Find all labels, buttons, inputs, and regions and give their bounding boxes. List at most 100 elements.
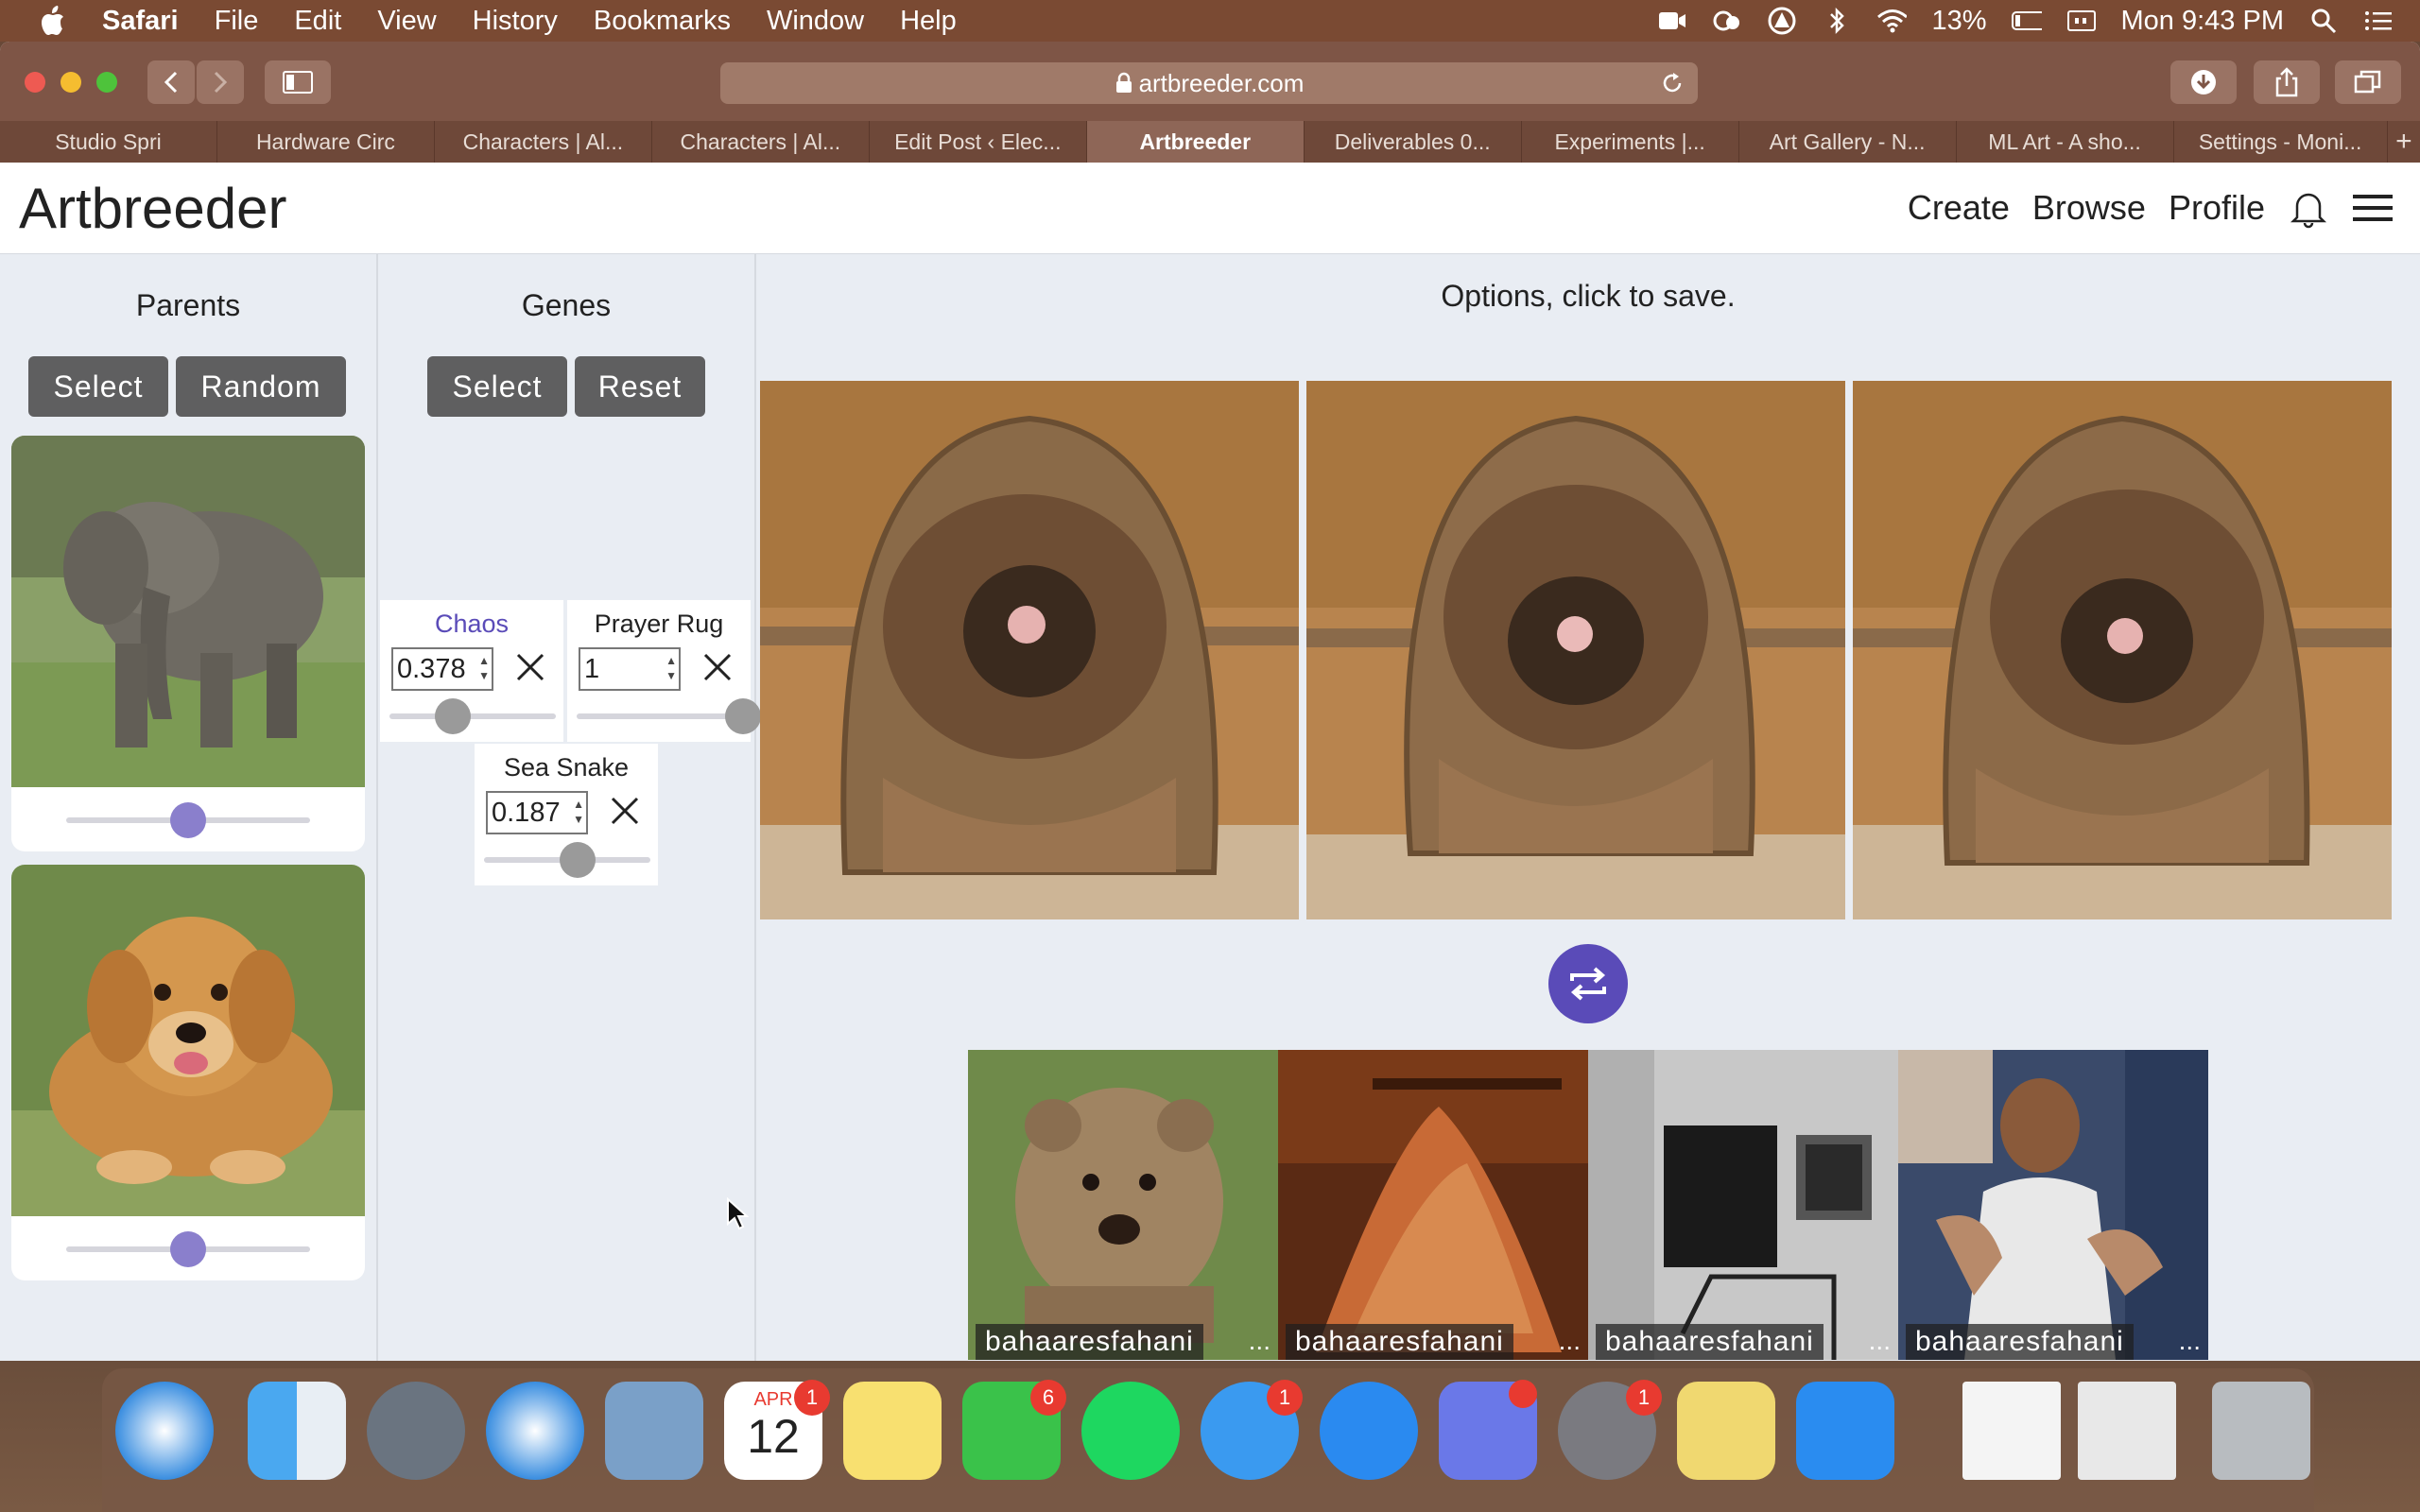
back-button[interactable] — [147, 60, 195, 104]
share-button[interactable] — [2254, 60, 2320, 104]
stepper-arrows-icon[interactable]: ▲ ▼ — [666, 653, 677, 683]
result-username[interactable]: bahaaresfahani — [976, 1324, 1203, 1360]
result-tile[interactable]: bahaaresfahani ... — [1588, 1050, 1898, 1360]
menu-help[interactable]: Help — [900, 6, 957, 37]
result-tile[interactable]: bahaaresfahani ... — [1278, 1050, 1588, 1360]
finder-icon[interactable] — [248, 1382, 346, 1480]
screenshot-thumbnail[interactable] — [2078, 1382, 2176, 1480]
nav-profile[interactable]: Profile — [2169, 188, 2265, 228]
notification-center-icon[interactable] — [2363, 8, 2394, 34]
site-logo[interactable]: Artbreeder — [19, 176, 286, 241]
forward-button[interactable] — [197, 60, 244, 104]
zoom-icon[interactable] — [1796, 1382, 1894, 1480]
result-tile[interactable]: bahaaresfahani ... — [968, 1050, 1278, 1360]
wifi-icon[interactable] — [1876, 8, 1908, 34]
tab-characters-2[interactable]: Characters | Al... — [652, 121, 870, 163]
tab-ml-art[interactable]: ML Art - A sho... — [1957, 121, 2174, 163]
minimize-window-button[interactable] — [60, 72, 81, 93]
address-bar[interactable]: artbreeder.com — [720, 62, 1698, 104]
gene-slider-track-prayer-rug[interactable] — [577, 713, 743, 719]
tab-edit-post[interactable]: Edit Post ‹ Elec... — [870, 121, 1087, 163]
hamburger-menu-icon[interactable] — [2352, 187, 2394, 229]
result-more[interactable]: ... — [2179, 1326, 2201, 1356]
zoom-window-button[interactable] — [96, 72, 117, 93]
document-thumbnail[interactable] — [1962, 1382, 2061, 1480]
gene-slider-knob-chaos[interactable] — [434, 698, 471, 734]
result-username[interactable]: bahaaresfahani — [1596, 1324, 1824, 1360]
nav-create[interactable]: Create — [1908, 188, 2010, 228]
gene-value-input-prayer-rug[interactable]: 1 ▲ ▼ — [579, 647, 681, 691]
tab-characters-1[interactable]: Characters | Al... — [435, 121, 652, 163]
app-store-icon[interactable] — [1320, 1382, 1418, 1480]
parents-random-button[interactable]: Random — [176, 356, 346, 417]
remove-gene-chaos-icon[interactable] — [514, 651, 546, 683]
tab-hardware-circ[interactable]: Hardware Circ — [217, 121, 435, 163]
menu-history[interactable]: History — [473, 6, 558, 37]
battery-icon[interactable] — [2011, 8, 2042, 34]
mail-icon[interactable] — [605, 1382, 703, 1480]
vpn-icon[interactable] — [1767, 7, 1797, 35]
parent-image-dog[interactable] — [11, 865, 365, 1216]
sidebar-toggle-button[interactable] — [265, 60, 331, 104]
stepper-arrows-icon[interactable]: ▲ ▼ — [573, 797, 584, 827]
gene-value-input-chaos[interactable]: 0.378 ▲ ▼ — [391, 647, 493, 691]
apple-icon[interactable] — [38, 5, 66, 37]
genes-select-button[interactable]: Select — [427, 356, 567, 417]
result-more[interactable]: ... — [1249, 1326, 1270, 1356]
result-more[interactable]: ... — [1869, 1326, 1891, 1356]
result-username[interactable]: bahaaresfahani — [1906, 1324, 2134, 1360]
result-username[interactable]: bahaaresfahani — [1286, 1324, 1513, 1360]
result-tile[interactable]: bahaaresfahani ... — [1898, 1050, 2208, 1360]
creative-cloud-icon[interactable] — [1712, 8, 1742, 34]
downloads-button[interactable] — [2170, 60, 2237, 104]
close-window-button[interactable] — [25, 72, 45, 93]
gene-value-input-sea-snake[interactable]: 0.187 ▲ ▼ — [486, 791, 588, 834]
tab-settings[interactable]: Settings - Moni... — [2174, 121, 2388, 163]
tab-experiments[interactable]: Experiments |... — [1522, 121, 1739, 163]
tab-artbreeder[interactable]: Artbreeder — [1086, 121, 1305, 163]
tab-overview-button[interactable] — [2335, 60, 2401, 104]
parent-weight-slider-knob[interactable] — [170, 802, 206, 838]
tab-studio-spri[interactable]: Studio Spri — [0, 121, 217, 163]
stickies-icon[interactable] — [1677, 1382, 1775, 1480]
safari-dock-icon[interactable] — [115, 1382, 214, 1480]
battery-percent[interactable]: 13% — [1931, 6, 1986, 37]
parents-select-button[interactable]: Select — [28, 356, 168, 417]
spotify-icon[interactable] — [1081, 1382, 1180, 1480]
parent-image-elephant[interactable] — [11, 436, 365, 787]
result-more[interactable]: ... — [1559, 1326, 1581, 1356]
nav-browse[interactable]: Browse — [2032, 188, 2146, 228]
parent-card-elephant[interactable] — [11, 436, 365, 851]
remove-gene-sea-snake-icon[interactable] — [609, 795, 641, 827]
launchpad-icon[interactable] — [367, 1382, 465, 1480]
remove-gene-prayer-rug-icon[interactable] — [701, 651, 734, 683]
safari-icon[interactable] — [486, 1382, 584, 1480]
tab-deliverables[interactable]: Deliverables 0... — [1305, 121, 1522, 163]
bluetooth-icon[interactable] — [1822, 7, 1852, 35]
menu-file[interactable]: File — [215, 6, 259, 37]
reload-icon[interactable] — [1660, 71, 1685, 95]
trash-icon[interactable] — [2212, 1382, 2310, 1480]
option-image-2[interactable] — [1306, 381, 1845, 919]
tab-art-gallery[interactable]: Art Gallery - N... — [1739, 121, 1957, 163]
new-tab-button[interactable]: + — [2388, 121, 2420, 163]
stepper-arrows-icon[interactable]: ▲ ▼ — [478, 653, 490, 683]
notes-icon[interactable] — [843, 1382, 942, 1480]
gene-slider-knob-sea-snake[interactable] — [559, 842, 596, 878]
genes-reset-button[interactable]: Reset — [575, 356, 705, 417]
spotlight-search-icon[interactable] — [2308, 8, 2339, 34]
menu-window[interactable]: Window — [767, 6, 864, 37]
menu-app-safari[interactable]: Safari — [102, 6, 179, 37]
menu-bookmarks[interactable]: Bookmarks — [594, 6, 731, 37]
control-strip-icon[interactable] — [2066, 8, 2097, 34]
video-camera-icon[interactable] — [1657, 8, 1687, 34]
regenerate-button[interactable] — [1548, 944, 1628, 1023]
option-image-3[interactable] — [1853, 381, 2392, 919]
menubar-clock[interactable]: Mon 9:43 PM — [2121, 6, 2284, 37]
gene-slider-track-chaos[interactable] — [389, 713, 556, 719]
option-image-1[interactable] — [760, 381, 1299, 919]
menu-view[interactable]: View — [377, 6, 436, 37]
parent-weight-slider-knob[interactable] — [170, 1231, 206, 1267]
bell-icon[interactable] — [2288, 187, 2329, 229]
menu-edit[interactable]: Edit — [294, 6, 341, 37]
